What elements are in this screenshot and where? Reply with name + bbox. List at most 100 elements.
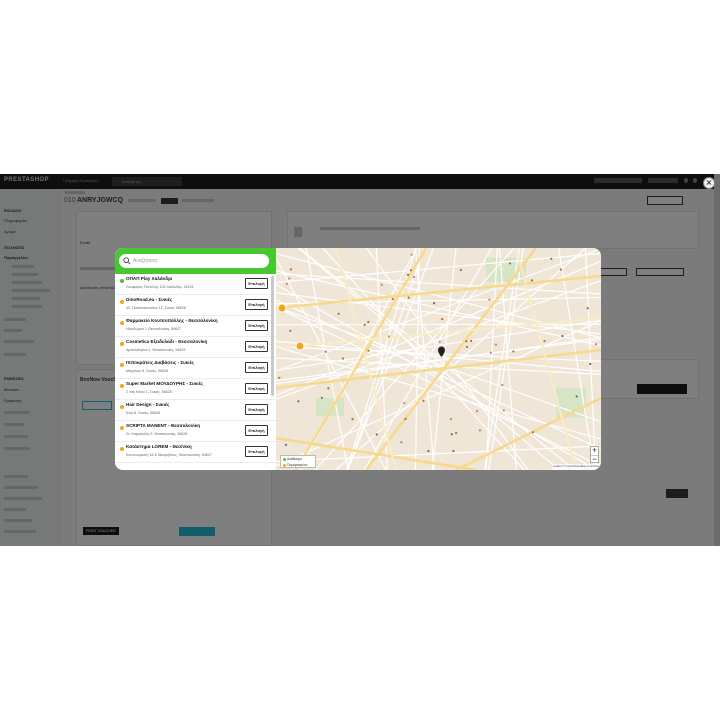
status-dot xyxy=(120,300,124,304)
locker-list-item[interactable]: Ιπποκράτεις Διαβάσεις - Συκιές Μαγγίνας 8… xyxy=(115,358,276,379)
select-locker-button[interactable]: Επιλογή xyxy=(245,278,268,289)
map-view[interactable]: Διαθέσιμο Περιορισμένο + − Leaflet | © O… xyxy=(276,248,601,470)
select-locker-button[interactable]: Επιλογή xyxy=(245,383,268,394)
map-poi xyxy=(337,312,340,315)
zoom-control: + − xyxy=(590,446,599,463)
search-header xyxy=(115,248,276,274)
locker-search-input[interactable] xyxy=(119,254,269,268)
locker-list: OΠΑΠ Play Χαλάνδρι Λεωφόρος Πεντέλης 125 … xyxy=(115,274,276,470)
map-poi xyxy=(433,302,436,305)
locker-name: Cosmetica Εξειδυλαδι - Θεσσαλονίκη xyxy=(126,339,208,344)
map-poi xyxy=(441,318,444,321)
locker-address: Ελιά 8, Συκιές, 56626 xyxy=(126,411,161,415)
locker-list-item[interactable]: DinoRoad.eu - Συκιές 42, Παπαναστασίου 12… xyxy=(115,295,276,316)
search-icon xyxy=(123,257,131,265)
locker-name: Κατάστημα LOREM - Θεσ/νίκη xyxy=(126,444,192,449)
map-poi xyxy=(380,283,383,286)
locker-marker xyxy=(277,303,287,313)
status-dot xyxy=(120,384,124,388)
status-dot xyxy=(120,405,124,409)
locker-name: Ιπποκράτεις Διαβάσεις - Συκιές xyxy=(126,360,195,365)
zoom-in-button[interactable]: + xyxy=(591,447,598,455)
map-poi xyxy=(512,350,515,353)
select-locker-button[interactable]: Επιλογή xyxy=(245,425,268,436)
map-poi xyxy=(278,376,281,379)
map-poi xyxy=(410,253,413,256)
map-poi xyxy=(561,335,564,338)
map-poi xyxy=(494,343,498,346)
map-poi xyxy=(508,262,512,265)
map-poi xyxy=(351,418,354,421)
locker-address: Αμπελόκηποι 2, Θεσσαλονίκη, 54629 xyxy=(126,348,186,352)
locker-address: Μαγγίνας 8, Συκιές, 56626 xyxy=(126,369,169,373)
map-poi xyxy=(476,409,479,413)
locker-list-item[interactable]: Super Market ΜΟΥΔΟΥΡΗΣ - Συκιές Σ τίτα Ντ… xyxy=(115,379,276,400)
map-poi xyxy=(375,433,378,436)
legend-limited: Περιορισμένο xyxy=(283,463,307,467)
map-poi xyxy=(589,362,592,366)
legend-dot xyxy=(283,457,286,461)
status-dot xyxy=(120,321,124,325)
map-poi xyxy=(543,339,546,343)
locker-list-item[interactable]: OΠΑΠ Play Χαλάνδρι Λεωφόρος Πεντέλης 125 … xyxy=(115,274,276,295)
map-poi xyxy=(289,268,293,271)
map-poi xyxy=(400,441,403,444)
map-attribution: Leaflet | © OpenStreetMap contributors xyxy=(552,464,600,470)
map-poi xyxy=(478,429,482,432)
locker-address: Λεωφόρος Πεντέλης 125 Χαλάνδρι, 15234 xyxy=(126,285,194,289)
map-poi xyxy=(412,275,415,279)
map-legend: Διαθέσιμο Περιορισμένο xyxy=(280,455,316,468)
select-locker-button[interactable]: Επιλογή xyxy=(245,299,268,310)
map-poi xyxy=(363,323,366,326)
legend-available: Διαθέσιμο xyxy=(283,457,302,461)
locker-list-item[interactable]: Cosmetica Εξειδυλαδι - Θεσσαλονίκη Αμπελό… xyxy=(115,337,276,358)
select-locker-button[interactable]: Επιλογή xyxy=(245,362,268,373)
close-modal-button[interactable]: × xyxy=(703,177,715,189)
locker-address: Στ. Καρυκάλλη 9, Θεσσαλονίκη, 56628 xyxy=(126,432,188,436)
locker-name: SCRIPTA MANENT - Θεσσαλονίκη xyxy=(126,423,201,428)
map-poi xyxy=(502,409,505,412)
locker-marker xyxy=(295,341,305,351)
locker-list-item[interactable]: SCRIPTA MANENT - Θεσσαλονίκη Στ. Καρυκάλλ… xyxy=(115,421,276,442)
locker-address: 42, Παπαναστασίου 12, Συκιές 56626 xyxy=(126,306,186,310)
locker-list-panel: OΠΑΠ Play Χαλάνδρι Λεωφόρος Πεντέλης 125 … xyxy=(115,248,276,470)
map-poi xyxy=(297,400,300,403)
status-dot xyxy=(120,363,124,367)
map-poi xyxy=(586,307,589,310)
map-poi xyxy=(449,418,452,421)
map-poi xyxy=(341,357,345,360)
map-poi xyxy=(454,431,458,435)
select-locker-button[interactable]: Επιλογή xyxy=(245,404,268,415)
select-locker-button[interactable]: Επιλογή xyxy=(245,341,268,352)
locker-list-item[interactable]: Κατάστημα LOREM - Θεσ/νίκη Κουντουριώτη 1… xyxy=(115,442,276,463)
map-poi xyxy=(285,282,288,285)
map-poi xyxy=(489,351,492,354)
map-poi xyxy=(327,387,330,390)
map-poi xyxy=(438,340,441,343)
locker-list-item[interactable]: Hair Design - Συκιές Ελιά 8, Συκιές, 5662… xyxy=(115,400,276,421)
map-poi xyxy=(388,335,391,338)
select-locker-button[interactable]: Επιλογή xyxy=(245,320,268,331)
map-poi xyxy=(284,443,288,446)
map-poi xyxy=(367,349,370,352)
status-dot xyxy=(120,279,124,283)
locker-list-item[interactable]: Φαρμακείο Κουτσοπάλλης - Θεσσαλονίκη Ηλιο… xyxy=(115,316,276,337)
zoom-out-button[interactable]: − xyxy=(591,455,598,463)
map-poi xyxy=(450,433,453,436)
locker-address: Ηλιοδώρου 1 Θεσσαλονίκη, 54627 xyxy=(126,327,182,331)
map-poi xyxy=(465,340,468,343)
legend-label: Διαθέσιμο xyxy=(287,457,303,461)
map-poi xyxy=(530,279,534,282)
select-locker-button[interactable]: Επιλογή xyxy=(245,446,268,457)
map-poi xyxy=(427,449,430,453)
map-canvas[interactable] xyxy=(276,248,601,470)
list-scrollbar[interactable] xyxy=(271,276,274,396)
map-poi xyxy=(289,329,292,332)
map-poi xyxy=(404,417,407,421)
locker-address: Κουντουριώτη 16 & Νικομήδους, Θεσσαλονίκ… xyxy=(126,453,212,457)
map-poi xyxy=(391,297,394,301)
map-poi xyxy=(409,269,412,272)
map-poi xyxy=(465,345,469,348)
map-poi xyxy=(575,395,578,398)
map-poi xyxy=(501,383,504,387)
